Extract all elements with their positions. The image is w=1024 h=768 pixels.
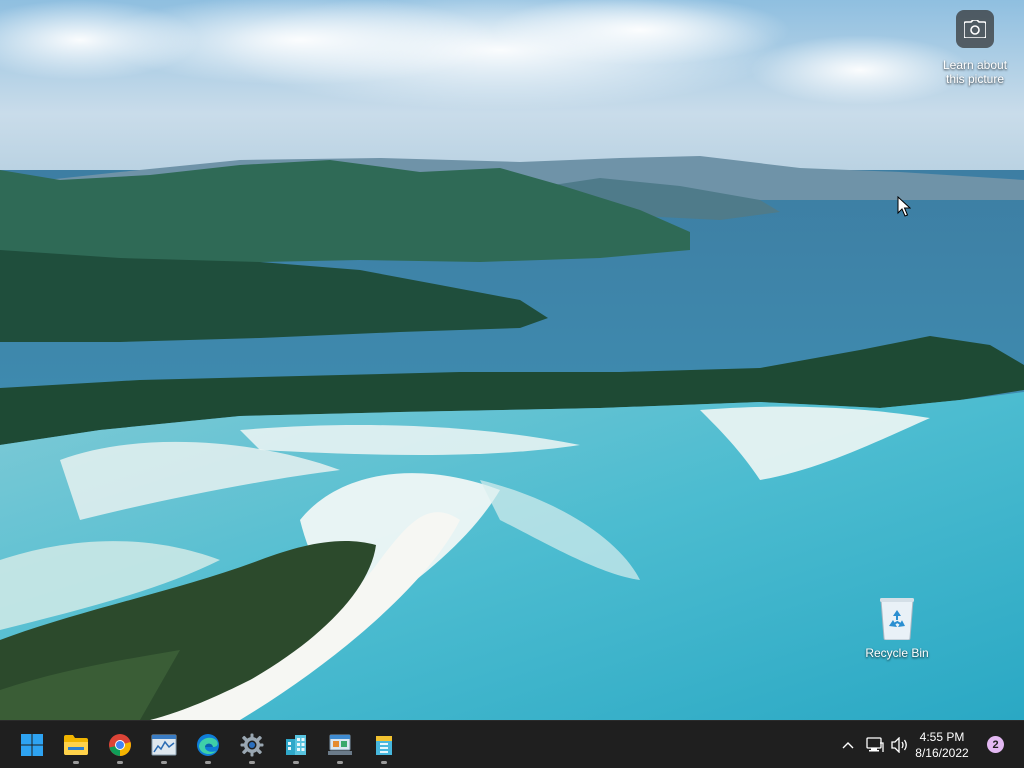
taskbar-app-8[interactable] bbox=[320, 725, 360, 765]
network-button[interactable] bbox=[863, 733, 887, 757]
gear-icon bbox=[240, 733, 264, 757]
desktop[interactable]: Learn about this picture Recycle Bin 4:5… bbox=[0, 0, 1024, 768]
recycle-bin-label: Recycle Bin bbox=[865, 646, 929, 660]
clock-date: 8/16/2022 bbox=[915, 746, 969, 760]
network-icon bbox=[866, 737, 884, 752]
chart-window-icon bbox=[151, 734, 177, 756]
running-indicator bbox=[117, 761, 123, 764]
learn-about-picture-icon[interactable]: Learn about this picture bbox=[938, 10, 1012, 86]
running-indicator bbox=[337, 761, 343, 764]
taskbar-app-9[interactable] bbox=[364, 725, 404, 765]
recycle-bin-icon bbox=[880, 598, 914, 640]
start-button[interactable] bbox=[12, 725, 52, 765]
camera-icon bbox=[956, 10, 994, 48]
clock-time: 4:55 PM bbox=[919, 730, 965, 744]
running-indicator bbox=[293, 761, 299, 764]
mouse-cursor-icon bbox=[897, 196, 911, 217]
windows-start-icon bbox=[21, 734, 43, 756]
volume-button[interactable] bbox=[888, 733, 912, 757]
running-indicator bbox=[205, 761, 211, 764]
show-hidden-icons-button[interactable] bbox=[836, 733, 860, 757]
learn-about-picture-label: Learn about this picture bbox=[942, 58, 1008, 86]
running-indicator bbox=[249, 761, 255, 764]
building-icon bbox=[286, 735, 306, 755]
chevron-up-icon bbox=[842, 742, 854, 749]
running-indicator bbox=[381, 761, 387, 764]
taskbar-edge[interactable] bbox=[188, 725, 228, 765]
taskbar-chrome[interactable] bbox=[100, 725, 140, 765]
running-indicator bbox=[73, 761, 79, 764]
recycle-bin-desktop-icon[interactable]: Recycle Bin bbox=[862, 596, 932, 660]
chrome-icon bbox=[109, 734, 131, 756]
taskbar-file-explorer[interactable] bbox=[56, 725, 96, 765]
network-window-icon bbox=[328, 734, 352, 755]
edge-icon bbox=[197, 734, 219, 756]
clock[interactable]: 4:55 PM 8/16/2022 bbox=[914, 729, 970, 761]
folder-icon bbox=[64, 735, 88, 755]
taskbar: 4:55 PM 8/16/2022 2 bbox=[0, 720, 1024, 768]
package-icon bbox=[376, 736, 392, 755]
taskbar-app-7[interactable] bbox=[276, 725, 316, 765]
volume-icon bbox=[891, 737, 907, 753]
taskbar-settings[interactable] bbox=[232, 725, 272, 765]
notification-badge[interactable]: 2 bbox=[987, 736, 1004, 753]
running-indicator bbox=[161, 761, 167, 764]
taskbar-performance-monitor[interactable] bbox=[144, 725, 184, 765]
